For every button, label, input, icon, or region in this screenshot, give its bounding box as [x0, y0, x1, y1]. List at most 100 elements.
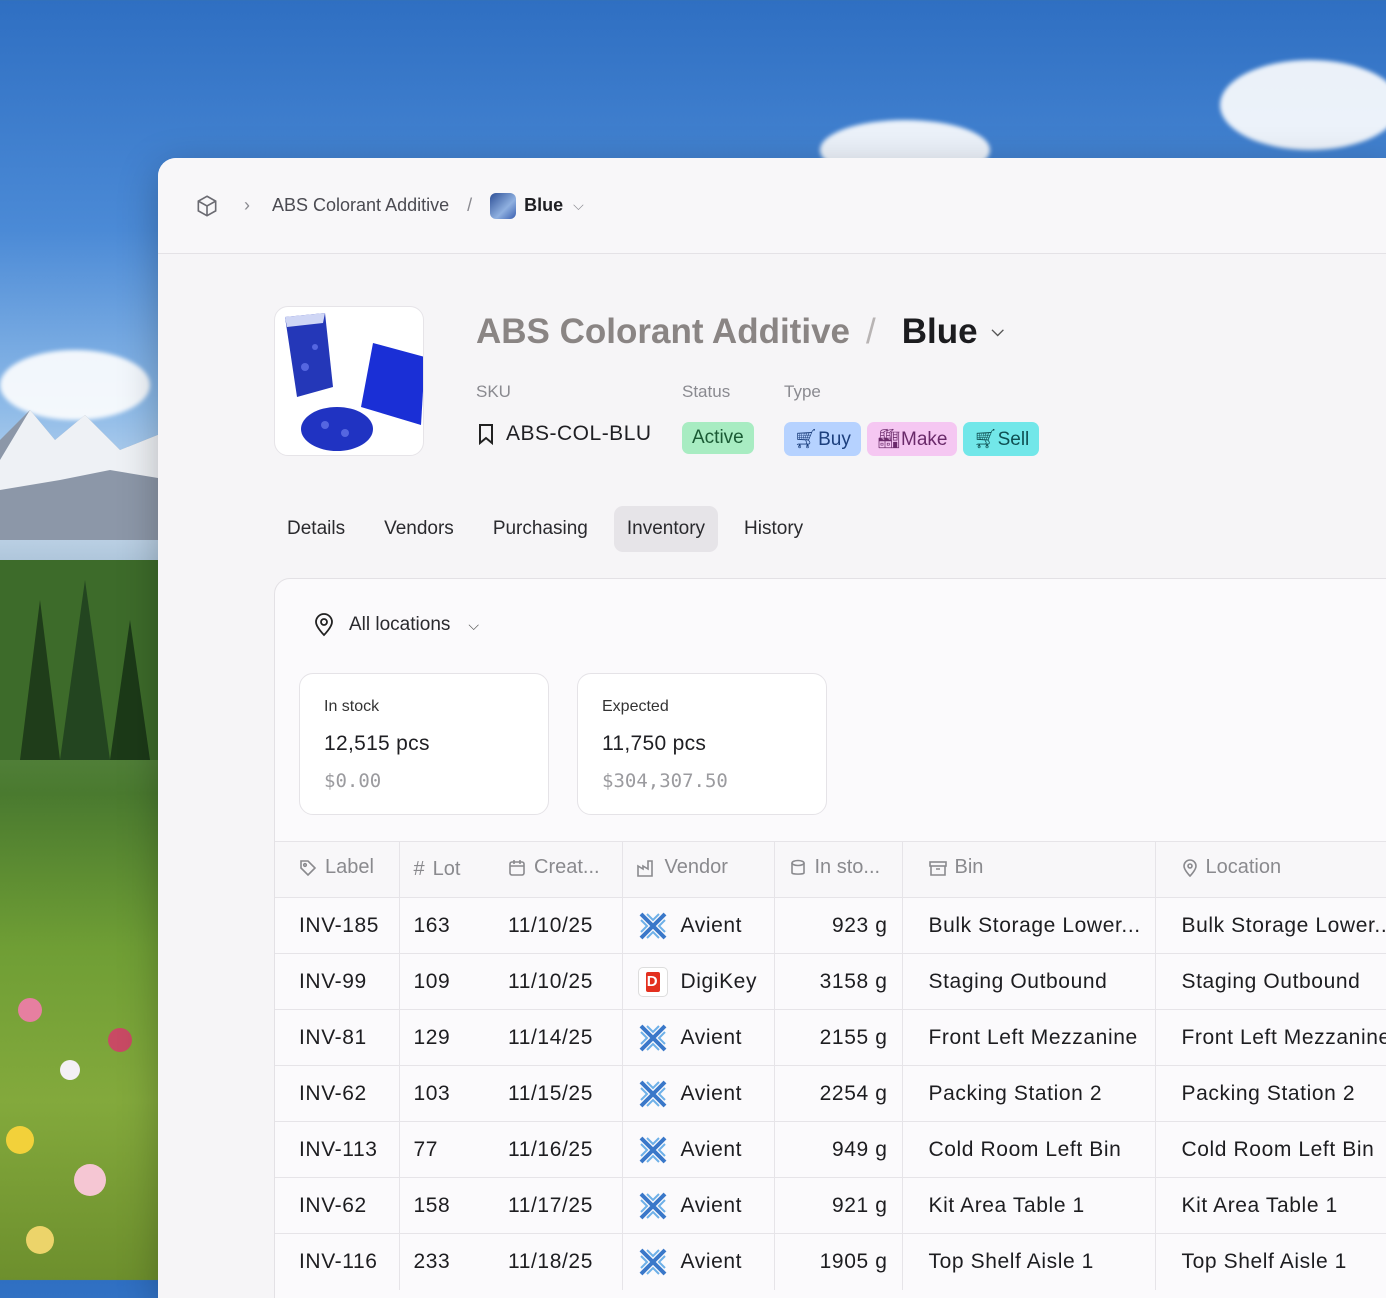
- breadcrumb-separator: /: [467, 195, 473, 215]
- cell-lot: 109: [399, 953, 494, 1010]
- table-row[interactable]: INV-116 233 11/18/25 Avient 1905 g Top Shelf …: [275, 1233, 1386, 1290]
- location-filter-label: All locations: [349, 614, 451, 635]
- sku-label: SKU: [476, 382, 511, 401]
- title-variant[interactable]: Blue: [902, 312, 978, 352]
- cell-in-stock: 921 g: [774, 1177, 903, 1234]
- avient-logo-icon: [637, 1246, 669, 1278]
- breadcrumb-parent[interactable]: ABS Colorant Additive: [272, 195, 449, 216]
- cell-created: 11/16/25: [494, 1121, 623, 1178]
- vendor-name[interactable]: Avient: [681, 1250, 743, 1274]
- in-stock-qty: 12,515 pcs: [324, 732, 430, 755]
- cell-label: INV-81: [275, 1009, 400, 1066]
- app-window: › ABS Colorant Additive / Blue ⌵ ABS Col…: [158, 158, 1386, 1298]
- col-header-bin[interactable]: Bin: [902, 841, 1156, 898]
- breadcrumb-current[interactable]: Blue: [524, 195, 563, 216]
- sku-value: ABS-COL-BLU: [506, 422, 652, 445]
- tab-inventory[interactable]: Inventory: [613, 506, 719, 552]
- bookmark-icon: [479, 424, 493, 445]
- cell-location: Cold Room Left Bin: [1155, 1121, 1386, 1178]
- map-pin-icon: [1182, 858, 1197, 877]
- col-header-in-stock[interactable]: In sto...: [774, 841, 903, 898]
- cell-created: 11/10/25: [494, 953, 623, 1010]
- variant-chevron-down-icon[interactable]: ⌵: [992, 323, 1004, 341]
- avient-logo-icon: [637, 1190, 669, 1222]
- cell-lot: 77: [399, 1121, 494, 1178]
- cell-bin: Packing Station 2: [902, 1065, 1156, 1122]
- product-meta: ABS Colorant Additive / Blue ⌵ SKU ABS-C…: [476, 306, 1040, 456]
- sku-field: SKU ABS-COL-BLU: [476, 382, 682, 456]
- cart-icon: 🛒︎: [973, 429, 998, 450]
- type-label: Type: [784, 382, 821, 401]
- cell-location: Front Left Mezzanine: [1155, 1009, 1386, 1066]
- table-row[interactable]: INV-99 109 11/10/25 D DigiKey 3158 g Staging O…: [275, 953, 1386, 1010]
- col-header-vendor[interactable]: Vendor: [622, 841, 775, 898]
- cell-in-stock: 2155 g: [774, 1009, 903, 1066]
- cell-location: Packing Station 2: [1155, 1065, 1386, 1122]
- calendar-icon: [509, 859, 525, 876]
- avient-logo-icon: [637, 1022, 669, 1054]
- cell-label: INV-113: [275, 1121, 400, 1178]
- cell-bin: Kit Area Table 1: [902, 1177, 1156, 1234]
- table-row[interactable]: INV-62 103 11/15/25 Avient 2254 g Packing Sta…: [275, 1065, 1386, 1122]
- cell-vendor: Avient: [622, 1177, 775, 1234]
- col-header-created[interactable]: Creat...: [494, 841, 623, 898]
- inventory-table: Label # Lot Creat... Vendor In sto... Bin…: [275, 841, 1386, 1290]
- table-row[interactable]: INV-81 129 11/14/25 Avient 2155 g Front Left …: [275, 1009, 1386, 1066]
- chevron-down-icon: ⌵: [468, 616, 480, 633]
- tag-icon: [300, 859, 317, 876]
- chevron-down-icon[interactable]: ⌵: [573, 197, 584, 214]
- tab-details[interactable]: Details: [274, 506, 358, 552]
- cell-location: Top Shelf Aisle 1: [1155, 1233, 1386, 1290]
- cell-bin: Cold Room Left Bin: [902, 1121, 1156, 1178]
- table-row[interactable]: INV-113 77 11/16/25 Avient 949 g Cold Room Le…: [275, 1121, 1386, 1178]
- vendor-name[interactable]: Avient: [681, 1138, 743, 1162]
- title-parent[interactable]: ABS Colorant Additive: [476, 312, 850, 352]
- expected-value: $304,307.50: [602, 770, 728, 792]
- cart-icon: 🛒︎: [794, 429, 819, 450]
- product-fields: SKU ABS-COL-BLU Status Active Type 🛒︎Buy…: [476, 382, 1040, 456]
- vendor-name[interactable]: Avient: [681, 1194, 743, 1218]
- col-header-lot[interactable]: # Lot: [399, 841, 494, 898]
- cell-created: 11/17/25: [494, 1177, 623, 1234]
- table-row[interactable]: INV-62 158 11/17/25 Avient 921 g Kit Area Tab…: [275, 1177, 1386, 1234]
- type-badge-make[interactable]: 🏭︎Make: [866, 422, 958, 456]
- cell-created: 11/10/25: [494, 897, 623, 954]
- tab-history[interactable]: History: [731, 506, 816, 552]
- meadow-flowers: [6, 998, 132, 1254]
- page-title: ABS Colorant Additive / Blue ⌵: [476, 312, 1039, 352]
- cell-created: 11/18/25: [494, 1233, 623, 1290]
- tab-vendors[interactable]: Vendors: [371, 506, 467, 552]
- type-badge-buy[interactable]: 🛒︎Buy: [784, 422, 861, 456]
- status-badge[interactable]: Active: [682, 422, 754, 454]
- cell-created: 11/15/25: [494, 1065, 623, 1122]
- cell-lot: 158: [399, 1177, 494, 1234]
- type-badge-sell[interactable]: 🛒︎Sell: [963, 422, 1040, 456]
- avient-logo-icon: [637, 1078, 669, 1110]
- product-header: ABS Colorant Additive / Blue ⌵ SKU ABS-C…: [274, 306, 1040, 456]
- col-header-label[interactable]: Label: [275, 841, 400, 898]
- cell-label: INV-62: [275, 1177, 400, 1234]
- cell-created: 11/14/25: [494, 1009, 623, 1066]
- title-separator: /: [866, 312, 876, 351]
- tab-purchasing[interactable]: Purchasing: [480, 506, 601, 552]
- table-header-row: Label # Lot Creat... Vendor In sto... Bin…: [275, 841, 1386, 898]
- table-row[interactable]: INV-185 163 11/10/25 Avient 923 g Bulk Storag…: [275, 897, 1386, 954]
- vendor-name[interactable]: Avient: [681, 1082, 743, 1106]
- hash-icon: #: [413, 858, 425, 880]
- cube-icon[interactable]: [194, 193, 220, 219]
- expected-card: Expected 11,750 pcs $304,307.50: [577, 673, 827, 815]
- location-filter-dropdown[interactable]: All locations ⌵: [313, 613, 479, 637]
- expected-label: Expected: [602, 698, 669, 715]
- vendor-name[interactable]: Avient: [681, 1026, 743, 1050]
- type-field: Type 🛒︎Buy 🏭︎Make 🛒︎Sell: [784, 382, 1040, 456]
- digikey-logo-icon: D: [637, 966, 669, 998]
- cell-vendor: Avient: [622, 1233, 775, 1290]
- in-stock-card: In stock 12,515 pcs $0.00: [299, 673, 549, 815]
- vendor-name[interactable]: DigiKey: [681, 970, 758, 994]
- vendor-name[interactable]: Avient: [681, 914, 743, 938]
- in-stock-value: $0.00: [324, 770, 382, 792]
- col-header-location[interactable]: Location: [1155, 841, 1386, 898]
- tab-bar: Details Vendors Purchasing Inventory His…: [274, 506, 829, 552]
- inventory-panel: All locations ⌵ In stock 12,515 pcs $0.0…: [274, 578, 1386, 1298]
- mountain-scenery: [0, 410, 170, 540]
